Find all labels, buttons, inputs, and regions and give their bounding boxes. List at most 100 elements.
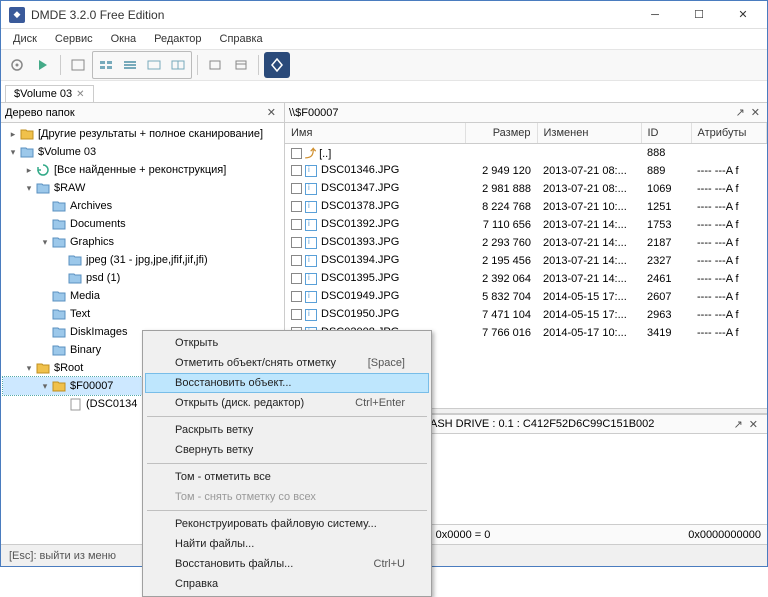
tree-arrow-icon[interactable] [7, 147, 19, 158]
menu-item-label: Том - отметить все [175, 471, 271, 483]
menu-separator [147, 416, 427, 417]
menu-editor[interactable]: Редактор [146, 31, 209, 47]
file-name: DSC01392.JPG [321, 218, 399, 230]
tree-item[interactable]: $RAW [3, 179, 282, 197]
checkbox[interactable] [291, 183, 302, 194]
context-menu-item[interactable]: Восстановить объект... [145, 373, 429, 393]
toolbar-separator [258, 55, 259, 75]
toolbar-btn-2[interactable] [203, 53, 227, 77]
context-menu-item[interactable]: Раскрыть ветку [145, 420, 429, 440]
view-btn-4[interactable] [166, 53, 190, 77]
table-row[interactable]: DSC01346.JPG2 949 1202013-07-21 08:...88… [285, 162, 767, 180]
tree-item[interactable]: Text [3, 305, 282, 323]
maximize-button[interactable]: ☐ [677, 1, 721, 29]
special-button[interactable] [264, 52, 290, 78]
tree-item[interactable]: Documents [3, 215, 282, 233]
context-menu-item[interactable]: Том - отметить все [145, 467, 429, 487]
table-row[interactable]: DSC01395.JPG2 392 0642013-07-21 14:...24… [285, 270, 767, 288]
tree-item[interactable]: Graphics [3, 233, 282, 251]
file-modified: 2013-07-21 14:... [537, 216, 641, 234]
table-row[interactable]: DSC01394.JPG2 195 4562013-07-21 14:...23… [285, 252, 767, 270]
minimize-button[interactable]: ─ [633, 1, 677, 29]
context-menu-item[interactable]: Отметить объект/снять отметку[Space] [145, 353, 429, 373]
menu-help[interactable]: Справка [212, 31, 271, 47]
table-row[interactable]: DSC01950.JPG7 471 1042014-05-15 17:...29… [285, 306, 767, 324]
view-btn-2[interactable] [118, 53, 142, 77]
file-attr [691, 143, 767, 162]
view-btn-1[interactable] [94, 53, 118, 77]
tree-arrow-icon[interactable] [7, 129, 19, 140]
checkbox[interactable] [291, 273, 302, 284]
col-size[interactable]: Размер [465, 123, 537, 143]
checkbox[interactable] [291, 291, 302, 302]
table-row[interactable]: DSC01392.JPG7 110 6562013-07-21 14:...17… [285, 216, 767, 234]
open-disk-icon[interactable] [5, 53, 29, 77]
file-size [465, 143, 537, 162]
context-menu-item[interactable]: Найти файлы... [145, 534, 429, 554]
context-menu-item[interactable]: Восстановить файлы...Ctrl+U [145, 554, 429, 574]
checkbox[interactable] [291, 255, 302, 266]
checkbox[interactable] [291, 148, 302, 159]
col-modified[interactable]: Изменен [537, 123, 641, 143]
tab-close-icon[interactable]: ✕ [76, 89, 84, 100]
file-attr: ---- ---A f [691, 162, 767, 180]
file-size: 7 766 016 [465, 324, 537, 342]
context-menu-item[interactable]: Реконструировать файловую систему... [145, 514, 429, 534]
play-icon[interactable] [31, 53, 55, 77]
col-attr[interactable]: Атрибуты [691, 123, 767, 143]
tree-item[interactable]: [Другие результаты + полное сканирование… [3, 125, 282, 143]
refresh-icon [35, 163, 51, 177]
folder-icon [51, 343, 67, 357]
toolbar-btn-3[interactable] [229, 53, 253, 77]
context-menu-item[interactable]: Открыть (диск. редактор)Ctrl+Enter [145, 393, 429, 413]
checkbox[interactable] [291, 219, 302, 230]
tab-volume[interactable]: $Volume 03 ✕ [5, 85, 94, 102]
context-menu-item[interactable]: Справка [145, 574, 429, 594]
table-row[interactable]: DSC01378.JPG8 224 7682013-07-21 10:...12… [285, 198, 767, 216]
toolbar-btn-1[interactable] [66, 53, 90, 77]
folder-icon [51, 307, 67, 321]
file-attr: ---- ---A f [691, 252, 767, 270]
context-menu-item[interactable]: Открыть [145, 333, 429, 353]
expand-icon[interactable]: ↗ [733, 106, 748, 119]
tree-item[interactable]: psd (1) [3, 269, 282, 287]
table-row[interactable]: DSC01949.JPG5 832 7042014-05-15 17:...26… [285, 288, 767, 306]
files-close-icon[interactable]: ✕ [748, 106, 763, 119]
file-attr: ---- ---A f [691, 180, 767, 198]
device-close-icon[interactable]: ✕ [746, 418, 761, 431]
context-menu-item: Том - снять отметку со всех [145, 487, 429, 507]
tree-item[interactable]: Archives [3, 197, 282, 215]
file-id: 1753 [641, 216, 691, 234]
checkbox[interactable] [291, 165, 302, 176]
col-id[interactable]: ID [641, 123, 691, 143]
file-id: 1069 [641, 180, 691, 198]
tree-item[interactable]: [Все найденные + реконструкция] [3, 161, 282, 179]
tree-item[interactable]: jpeg (31 - jpg,jpe,jfif,jif,jfi) [3, 251, 282, 269]
menu-disk[interactable]: Диск [5, 31, 45, 47]
tree-close-icon[interactable]: ✕ [263, 106, 280, 119]
view-btn-3[interactable] [142, 53, 166, 77]
tree-arrow-icon[interactable] [39, 237, 51, 248]
device-expand-icon[interactable]: ↗ [731, 418, 746, 431]
checkbox[interactable] [291, 201, 302, 212]
table-row[interactable]: DSC01393.JPG2 293 7602013-07-21 14:...21… [285, 234, 767, 252]
tree-arrow-icon[interactable] [39, 381, 51, 392]
file-icon [305, 255, 317, 267]
tree-arrow-icon[interactable] [23, 165, 35, 176]
menu-windows[interactable]: Окна [103, 31, 145, 47]
tree-item[interactable]: $Volume 03 [3, 143, 282, 161]
menu-service[interactable]: Сервис [47, 31, 101, 47]
table-row[interactable]: ⤴ [..]888 [285, 143, 767, 162]
file-name: DSC01347.JPG [321, 182, 399, 194]
col-name[interactable]: Имя [285, 123, 465, 143]
tree-arrow-icon[interactable] [23, 363, 35, 374]
checkbox[interactable] [291, 309, 302, 320]
tree-item[interactable]: Media [3, 287, 282, 305]
table-row[interactable]: DSC01347.JPG2 981 8882013-07-21 08:...10… [285, 180, 767, 198]
context-menu-item[interactable]: Свернуть ветку [145, 440, 429, 460]
close-button[interactable]: ✕ [721, 1, 765, 29]
tree-arrow-icon[interactable] [23, 183, 35, 194]
tab-label: $Volume 03 [14, 88, 72, 100]
checkbox[interactable] [291, 237, 302, 248]
tree-item-label: [Все найденные + реконструкция] [54, 164, 226, 176]
